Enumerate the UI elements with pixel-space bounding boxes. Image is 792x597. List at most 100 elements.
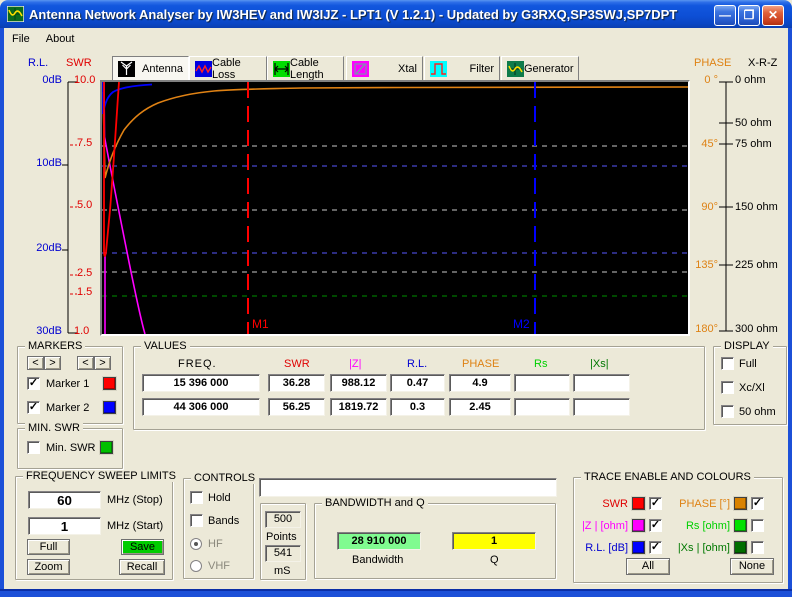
save-button[interactable]: Save <box>121 539 164 555</box>
tab-cable-length[interactable]: Cable Length <box>267 56 344 81</box>
swr-value-m1: 36.28 <box>268 374 325 392</box>
bands-checkbox[interactable] <box>190 514 203 527</box>
marker2-color-swatch[interactable] <box>103 401 116 414</box>
app-icon <box>7 6 24 22</box>
tab-xtal[interactable]: Xtal <box>346 56 423 81</box>
tab-xtal-label: Xtal <box>398 63 417 75</box>
marker2-next-button[interactable]: > <box>94 356 111 370</box>
rl-axis-title: R.L. <box>28 57 48 69</box>
antenna-icon <box>118 61 135 77</box>
hf-radio[interactable] <box>190 538 202 550</box>
ohm-tick-225: 225 ohm <box>735 259 778 271</box>
zoom-button[interactable]: Zoom <box>27 559 70 575</box>
trace-rl-swatch[interactable] <box>632 541 645 554</box>
menu-file[interactable]: File <box>4 31 38 47</box>
marker1-checkbox[interactable] <box>27 377 40 390</box>
min-swr-color-swatch[interactable] <box>100 441 113 454</box>
none-button[interactable]: None <box>730 558 774 575</box>
phase-tick-0: 0 ° <box>688 74 718 86</box>
trace-phase-swatch[interactable] <box>734 497 747 510</box>
rl-value-m2: 0.3 <box>390 398 445 416</box>
tab-cable-length-label: Cable Length <box>290 57 338 81</box>
all-button[interactable]: All <box>626 558 670 575</box>
full-button[interactable]: Full <box>27 539 70 555</box>
stop-freq-label: MHz (Stop) <box>107 494 163 506</box>
values-header-rl: R.L. <box>407 358 427 370</box>
trace-z-label: |Z | [ohm] <box>574 520 628 532</box>
marker1-label: M1 <box>252 317 269 331</box>
filter-icon <box>430 61 447 77</box>
phase-trace <box>103 87 688 178</box>
rs-value-m1 <box>514 374 570 392</box>
minimize-button[interactable]: — <box>714 5 736 26</box>
start-freq-input[interactable] <box>28 517 101 535</box>
points-value: 500 <box>265 511 301 528</box>
trace-phase-label: PHASE [°] <box>672 498 730 510</box>
freq-value-m1[interactable]: 15 396 000 <box>142 374 260 392</box>
trace-z-swatch[interactable] <box>632 519 645 532</box>
bandwidth-label: Bandwidth <box>352 554 403 566</box>
min-swr-checkbox[interactable] <box>27 441 40 454</box>
marker2-prev-button[interactable]: < <box>77 356 94 370</box>
ms-value: 541 <box>265 545 301 562</box>
tab-cable-loss-label: Cable Loss <box>212 57 261 81</box>
marker1-prev-button[interactable]: < <box>27 356 44 370</box>
trace-swr-swatch[interactable] <box>632 497 645 510</box>
controls-group-title: CONTROLS <box>191 472 258 484</box>
phase-tick-180: 180° <box>688 323 718 335</box>
phase-value-m2: 2.45 <box>449 398 511 416</box>
tab-generator-label: Generator <box>524 63 574 75</box>
title-bar: Antenna Network Analyser by IW3HEV and I… <box>0 0 792 28</box>
q-value: 1 <box>452 532 536 550</box>
trace-xs-swatch[interactable] <box>734 541 747 554</box>
trace-z-checkbox[interactable] <box>649 519 662 532</box>
marker2-checkbox[interactable] <box>27 401 40 414</box>
z-value-m2: 1819.72 <box>330 398 387 416</box>
values-header-phase: PHASE <box>462 358 499 370</box>
tab-generator[interactable]: Generator <box>501 56 579 81</box>
ohm-tick-50: 50 ohm <box>735 117 772 129</box>
trace-phase-checkbox[interactable] <box>751 497 764 510</box>
maximize-button[interactable]: ❐ <box>738 5 760 26</box>
markers-group-title: MARKERS <box>25 340 85 352</box>
trace-swr-checkbox[interactable] <box>649 497 662 510</box>
tab-filter-label: Filter <box>470 63 494 75</box>
menu-about[interactable]: About <box>38 31 83 47</box>
min-swr-group-title: MIN. SWR <box>25 422 83 434</box>
trace-rl-checkbox[interactable] <box>649 541 662 554</box>
vhf-radio-label: VHF <box>208 560 230 572</box>
recall-button[interactable]: Recall <box>119 559 165 575</box>
xrz-axis-title: X-R-Z <box>748 57 777 69</box>
command-input[interactable] <box>259 478 557 497</box>
display-xcxl-checkbox[interactable] <box>721 381 734 394</box>
marker2-label: M2 <box>513 317 530 331</box>
xs-value-m2 <box>573 398 630 416</box>
display-full-checkbox[interactable] <box>721 357 734 370</box>
phase-axis-title: PHASE <box>694 57 731 69</box>
cable-loss-icon <box>195 61 212 77</box>
hold-checkbox[interactable] <box>190 491 203 504</box>
swr-tick-1: 1.0 <box>74 325 89 337</box>
ohm-tick-150: 150 ohm <box>735 201 778 213</box>
marker1-next-button[interactable]: > <box>44 356 61 370</box>
q-label: Q <box>490 554 499 566</box>
freq-value-m2[interactable]: 44 306 000 <box>142 398 260 416</box>
points-label: Points <box>266 531 297 543</box>
marker1-color-swatch[interactable] <box>103 377 116 390</box>
tab-antenna[interactable]: Antenna <box>112 56 189 81</box>
trace-rs-checkbox[interactable] <box>751 519 764 532</box>
trace-swr-label: SWR <box>580 498 628 510</box>
vhf-radio[interactable] <box>190 560 202 572</box>
stop-freq-input[interactable] <box>28 491 101 509</box>
trace-rs-swatch[interactable] <box>734 519 747 532</box>
phase-tick-90: 90° <box>688 201 718 213</box>
bands-label: Bands <box>208 515 239 527</box>
ohm-tick-0: 0 ohm <box>735 74 766 86</box>
trace-xs-checkbox[interactable] <box>751 541 764 554</box>
close-button[interactable]: ✕ <box>762 5 784 26</box>
chart-plot[interactable]: M1 M2 <box>100 80 690 336</box>
tab-cable-loss[interactable]: Cable Loss <box>189 56 267 81</box>
tab-filter[interactable]: Filter <box>424 56 500 81</box>
tab-antenna-label: Antenna <box>142 63 183 75</box>
display-50ohm-checkbox[interactable] <box>721 405 734 418</box>
